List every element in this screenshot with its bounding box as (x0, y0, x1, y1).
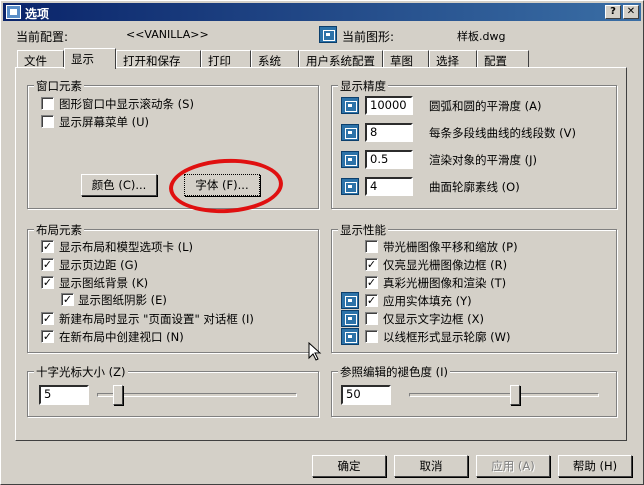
create-viewport-checkbox[interactable]: ✓ (41, 330, 54, 343)
tab-system[interactable]: 系统 (251, 50, 299, 68)
contour-lines-label: 曲面轮廓素线 (O) (429, 180, 520, 194)
tab-display[interactable]: 显示 (64, 48, 116, 69)
xref-fading-slider-track[interactable] (409, 393, 599, 397)
current-config-label: 当前配置: (16, 30, 69, 44)
text-frame-checkbox[interactable] (365, 312, 378, 325)
show-paper-shadow-checkbox[interactable]: ✓ (61, 293, 74, 306)
solid-fill-checkbox[interactable]: ✓ (365, 294, 378, 307)
create-viewport-label: 在新布局中创建视口 (N) (59, 330, 184, 344)
show-page-setup-label: 新建布局时显示 "页面设置" 对话框 (I) (59, 312, 254, 326)
xref-fading-slider-thumb[interactable] (510, 385, 520, 405)
current-drawing-value: 样板.dwg (457, 30, 506, 43)
show-paper-shadow-label: 显示图纸阴影 (E) (78, 293, 167, 307)
raster-pan-zoom-checkbox[interactable] (365, 240, 378, 253)
show-paper-background-label: 显示图纸背景 (K) (59, 276, 149, 290)
colors-button[interactable]: 颜色 (C)... (81, 174, 157, 196)
solid-fill-icon (341, 292, 359, 309)
display-resolution-title: 显示精度 (338, 78, 388, 94)
render-smoothness-label: 渲染对象的平滑度 (J) (429, 153, 538, 167)
show-screen-menu-label: 显示屏幕菜单 (U) (59, 115, 150, 129)
text-frame-label: 仅显示文字边框 (X) (383, 312, 485, 326)
true-color-checkbox[interactable]: ✓ (365, 276, 378, 289)
crosshair-slider-thumb[interactable] (113, 385, 123, 405)
tab-selection[interactable]: 选择 (429, 50, 477, 68)
xref-fading-title: 参照编辑的褪色度 (I) (338, 364, 451, 380)
wireframe-checkbox[interactable] (365, 330, 378, 343)
window-title: 选项 (25, 7, 50, 21)
crosshair-size-title: 十字光标大小 (Z) (34, 364, 128, 380)
drawing-icon (319, 26, 337, 43)
show-layout-tabs-checkbox[interactable]: ✓ (41, 240, 54, 253)
title-bar[interactable]: 选项 ? ✕ (3, 3, 641, 21)
crosshair-size-input[interactable]: 5 (39, 385, 89, 405)
ok-button[interactable]: 确定 (312, 455, 386, 477)
help-button[interactable]: 帮助 (H) (558, 455, 632, 477)
show-margins-label: 显示页边距 (G) (59, 258, 139, 272)
tab-open-save[interactable]: 打开和保存 (116, 50, 201, 68)
contour-lines-input[interactable]: 4 (365, 177, 413, 196)
current-drawing-label: 当前图形: (342, 30, 395, 44)
show-paper-background-checkbox[interactable]: ✓ (41, 276, 54, 289)
display-performance-title: 显示性能 (338, 222, 388, 238)
arc-smoothness-label: 圆弧和圆的平滑度 (A) (429, 99, 542, 113)
tab-files[interactable]: 文件 (17, 50, 64, 68)
render-smoothness-input[interactable]: 0.5 (365, 150, 413, 169)
show-layout-tabs-label: 显示布局和模型选项卡 (L) (59, 240, 194, 254)
render-smoothness-icon (341, 151, 359, 168)
mouse-cursor-icon (308, 342, 322, 361)
current-config-value: <<VANILLA>> (126, 28, 209, 41)
tab-drafting[interactable]: 草图 (383, 50, 429, 68)
tab-plot[interactable]: 打印 (201, 50, 251, 68)
xref-fading-input[interactable]: 50 (341, 385, 391, 405)
app-icon (6, 5, 21, 19)
raster-frame-label: 仅亮显光栅图像边框 (R) (383, 258, 508, 272)
tab-user-preferences[interactable]: 用户系统配置 (299, 50, 383, 68)
help-question-icon[interactable]: ? (605, 5, 621, 19)
polyline-segments-input[interactable]: 8 (365, 123, 413, 142)
arc-smoothness-input[interactable]: 10000 (365, 96, 413, 115)
show-scrollbars-checkbox[interactable] (41, 97, 54, 110)
raster-frame-checkbox[interactable]: ✓ (365, 258, 378, 271)
text-frame-icon (341, 310, 359, 327)
wireframe-icon (341, 328, 359, 345)
true-color-label: 真彩光栅图像和渲染 (T) (383, 276, 507, 290)
cancel-button[interactable]: 取消 (394, 455, 468, 477)
raster-pan-zoom-label: 带光栅图像平移和缩放 (P) (383, 240, 518, 254)
show-screen-menu-checkbox[interactable] (41, 115, 54, 128)
wireframe-label: 以线框形式显示轮廓 (W) (383, 330, 511, 344)
options-dialog: 选项 ? ✕ 当前配置: <<VANILLA>> 当前图形: 样板.dwg 文件… (0, 0, 644, 485)
crosshair-slider-track[interactable] (97, 393, 297, 397)
tab-profiles[interactable]: 配置 (477, 50, 529, 68)
show-page-setup-checkbox[interactable]: ✓ (41, 312, 54, 325)
layout-elements-title: 布局元素 (34, 222, 84, 238)
contour-lines-icon (341, 178, 359, 195)
polyline-segments-icon (341, 124, 359, 141)
solid-fill-label: 应用实体填充 (Y) (383, 294, 472, 308)
close-icon[interactable]: ✕ (623, 5, 639, 19)
window-elements-title: 窗口元素 (34, 78, 84, 94)
arc-smoothness-icon (341, 97, 359, 114)
show-scrollbars-label: 图形窗口中显示滚动条 (S) (59, 97, 194, 111)
polyline-segments-label: 每条多段线曲线的线段数 (V) (429, 126, 576, 140)
show-margins-checkbox[interactable]: ✓ (41, 258, 54, 271)
apply-button[interactable]: 应用 (A) (476, 455, 550, 477)
